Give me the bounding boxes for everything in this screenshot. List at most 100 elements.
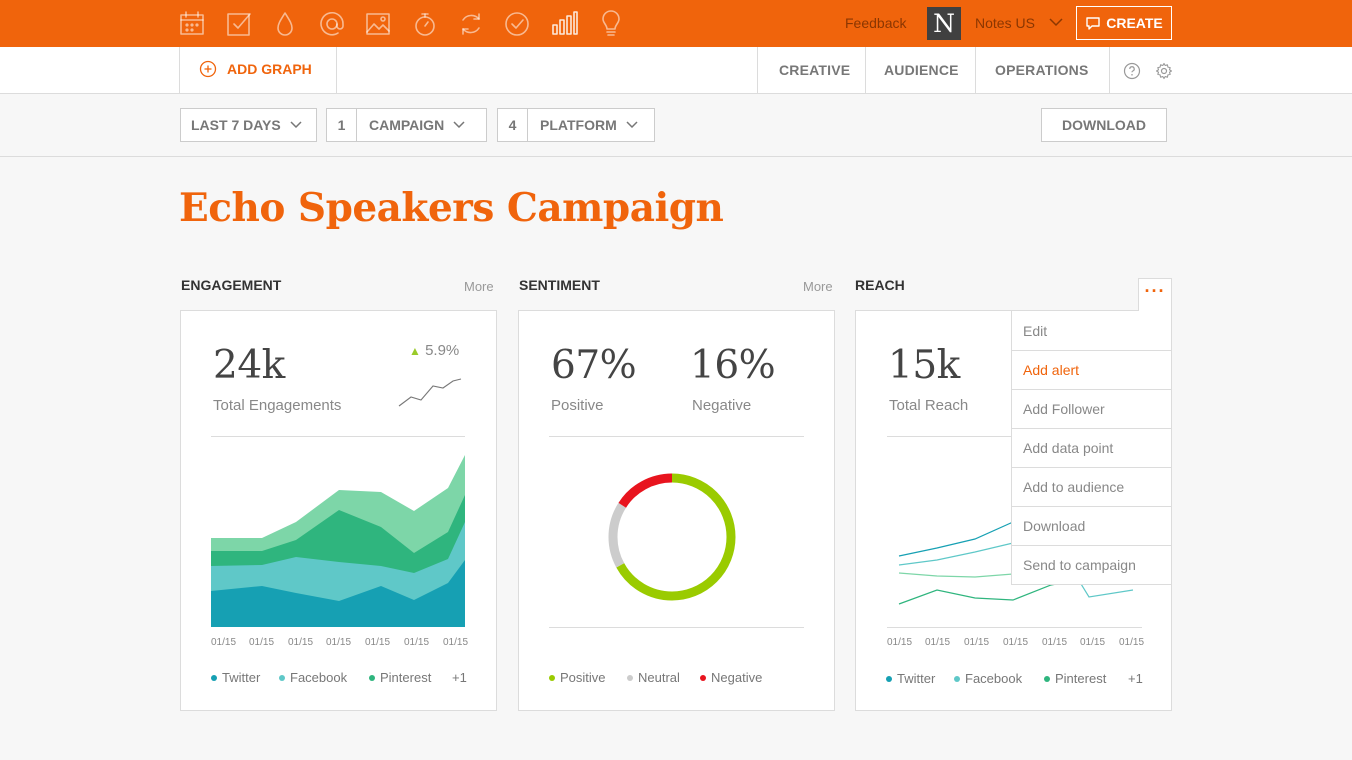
facebook-dot [279, 674, 285, 681]
menu-item-add-to-audience[interactable]: Add to audience [1012, 467, 1171, 506]
legend-label: Positive [560, 670, 606, 685]
divider [336, 47, 337, 94]
legend-more[interactable]: +1 [1128, 671, 1143, 686]
campaign-count: 1 [327, 109, 357, 141]
divider [211, 436, 465, 437]
checkbox-icon[interactable] [225, 10, 253, 38]
feedback-link[interactable]: Feedback [845, 15, 906, 31]
pinterest-dot [369, 674, 375, 681]
at-icon[interactable] [318, 10, 346, 38]
menu-item-send-to-campaign[interactable]: Send to campaign [1012, 545, 1171, 584]
n-logo[interactable]: N [927, 7, 961, 40]
positive-caption: Positive [551, 397, 604, 414]
drop-icon[interactable] [271, 10, 299, 38]
divider [865, 47, 866, 94]
gear-icon[interactable] [1155, 62, 1173, 80]
date-range-select[interactable]: LAST 7 DAYS [180, 108, 317, 142]
trend-value: 5.9% [425, 342, 460, 359]
platform-select[interactable]: 4 PLATFORM [497, 108, 655, 142]
options-menu: Edit Add alert Add Follower Add data poi… [1011, 310, 1172, 585]
chevron-down-icon[interactable] [1047, 13, 1065, 31]
x-tick: 01/15 [326, 637, 352, 648]
pinterest-dot [1044, 675, 1050, 682]
x-tick: 01/15 [1042, 637, 1068, 648]
menu-item-add-follower[interactable]: Add Follower [1012, 389, 1171, 428]
legend-pinterest[interactable]: Pinterest [369, 670, 431, 685]
divider [975, 47, 976, 94]
x-tick: 01/15 [964, 637, 990, 648]
sub-nav: ADD GRAPH CREATIVE AUDIENCE OPERATIONS [0, 47, 1352, 94]
campaign-select[interactable]: 1 CAMPAIGN [326, 108, 487, 142]
legend-twitter[interactable]: Twitter [886, 671, 935, 686]
engagement-area-chart [211, 455, 465, 627]
sentiment-donut-chart [608, 473, 736, 601]
menu-item-download[interactable]: Download [1012, 506, 1171, 545]
sentiment-more-link[interactable]: More [803, 279, 833, 294]
divider [179, 47, 180, 94]
download-button[interactable]: DOWNLOAD [1041, 108, 1167, 142]
divider [757, 47, 758, 94]
menu-item-add-data-point[interactable]: Add data point [1012, 428, 1171, 467]
divider [549, 436, 804, 437]
x-tick: 01/15 [1003, 637, 1029, 648]
legend-label: Neutral [638, 670, 680, 685]
x-tick: 01/15 [443, 637, 469, 648]
tab-creative[interactable]: CREATIVE [779, 62, 850, 78]
x-tick: 01/15 [1080, 637, 1106, 648]
negative-dot [700, 674, 706, 681]
legend-label: Twitter [222, 670, 261, 685]
top-bar: Feedback N Notes US CREATE [0, 0, 1352, 47]
refresh-icon[interactable] [457, 10, 485, 38]
reach-value: 15k [888, 343, 960, 388]
reach-caption: Total Reach [889, 397, 969, 414]
legend-pinterest[interactable]: Pinterest [1044, 671, 1106, 686]
calendar-icon[interactable] [178, 10, 206, 38]
legend-negative[interactable]: Negative [700, 670, 762, 685]
plus-circle-icon [199, 60, 217, 78]
add-graph-button[interactable]: ADD GRAPH [199, 60, 312, 78]
menu-item-edit[interactable]: Edit [1012, 311, 1171, 350]
x-tick: 01/15 [211, 637, 237, 648]
create-label: CREATE [1106, 15, 1163, 31]
x-tick: 01/15 [249, 637, 275, 648]
more-options-button[interactable]: ··· [1138, 278, 1172, 311]
legend-facebook[interactable]: Facebook [279, 670, 347, 685]
positive-dot [549, 674, 555, 681]
legend-neutral[interactable]: Neutral [627, 670, 680, 685]
legend-label: Twitter [897, 671, 936, 686]
facebook-dot [954, 675, 960, 682]
create-button[interactable]: CREATE [1076, 6, 1172, 40]
sparkline-icon [398, 378, 462, 407]
menu-item-add-alert[interactable]: Add alert [1012, 350, 1171, 389]
legend-twitter[interactable]: Twitter [211, 670, 260, 685]
positive-value: 67% [551, 343, 637, 388]
legend-label: Pinterest [1055, 671, 1107, 686]
twitter-dot [211, 674, 217, 681]
check-circle-icon[interactable] [503, 10, 531, 38]
trend-up-icon: ▲ [409, 344, 421, 358]
account-name[interactable]: Notes US [975, 15, 1035, 31]
image-icon[interactable] [364, 10, 392, 38]
x-tick: 01/15 [404, 637, 430, 648]
negative-value: 16% [690, 343, 776, 388]
date-range-label: LAST 7 DAYS [191, 117, 281, 133]
legend-more[interactable]: +1 [452, 670, 467, 685]
legend-facebook[interactable]: Facebook [954, 671, 1022, 686]
tab-operations[interactable]: OPERATIONS [995, 62, 1089, 78]
help-icon[interactable] [1123, 62, 1141, 80]
platform-count: 4 [498, 109, 528, 141]
engagement-more-link[interactable]: More [464, 279, 494, 294]
add-graph-label: ADD GRAPH [227, 61, 312, 77]
page-title: Echo Speakers Campaign [179, 185, 724, 231]
lightbulb-icon[interactable] [597, 10, 625, 38]
x-tick: 01/15 [1119, 637, 1145, 648]
legend-label: +1 [1128, 671, 1143, 686]
reach-label: REACH [855, 277, 905, 293]
bar-chart-icon[interactable] [550, 10, 578, 38]
engagement-trend: ▲ 5.9% [409, 342, 459, 359]
legend-positive[interactable]: Positive [549, 670, 606, 685]
chevron-down-icon [626, 121, 638, 129]
timer-icon[interactable] [411, 10, 439, 38]
legend-label: Facebook [290, 670, 348, 685]
tab-audience[interactable]: AUDIENCE [884, 62, 959, 78]
